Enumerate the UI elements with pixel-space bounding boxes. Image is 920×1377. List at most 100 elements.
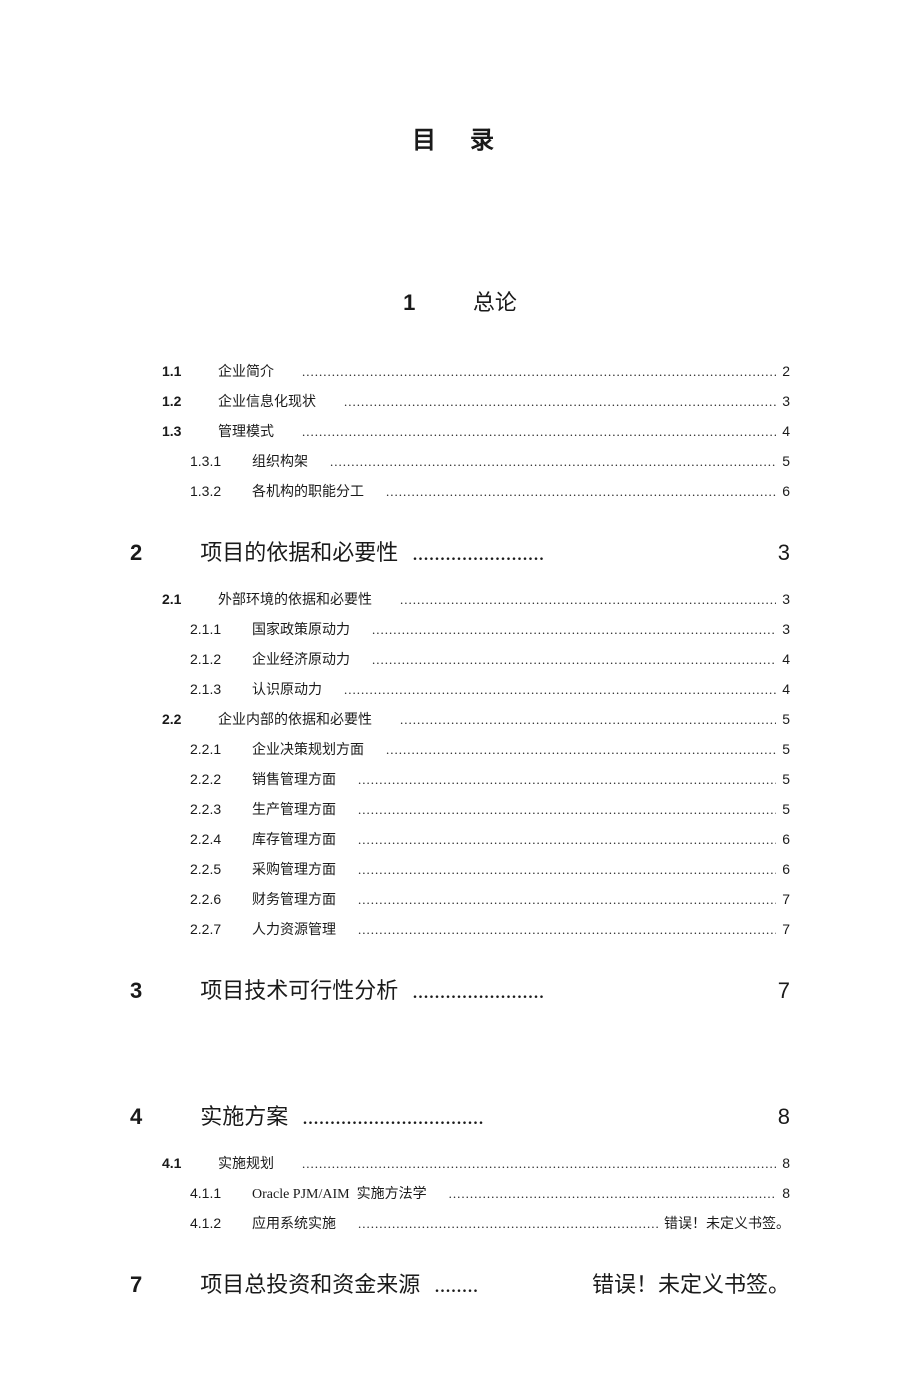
toc-number: 2.2 xyxy=(162,705,194,733)
section-heading: 4 实施方案 .................................… xyxy=(130,1099,790,1131)
toc-label: 生产管理方面 xyxy=(252,797,336,825)
toc-number: 2.1.1 xyxy=(190,615,234,643)
toc-leader: ........................................… xyxy=(358,826,776,854)
toc-page: 6 xyxy=(780,825,790,853)
toc-label: 外部环境的依据和必要性 xyxy=(218,587,372,615)
section-page: 7 xyxy=(778,978,790,1004)
toc-number: 4.1.2 xyxy=(190,1209,234,1237)
toc-label: 人力资源管理 xyxy=(252,917,336,945)
toc-entry: 1.3 管理模式 ...............................… xyxy=(130,417,790,447)
toc-label: 国家政策原动力 xyxy=(252,617,350,645)
toc-leader: ........................................… xyxy=(302,358,776,386)
toc-page: 5 xyxy=(780,735,790,763)
toc-entry: 4.1 实施规划 ...............................… xyxy=(130,1149,790,1179)
section-dots: ................................. xyxy=(302,1104,484,1130)
toc-page: 6 xyxy=(780,477,790,505)
toc-number: 4.1.1 xyxy=(190,1179,234,1207)
toc-number: 1.3 xyxy=(162,417,194,445)
toc-entry: 2.1 外部环境的依据和必要性 ........................… xyxy=(130,585,790,615)
toc-section-2: 2.1 外部环境的依据和必要性 ........................… xyxy=(130,585,790,945)
section-title: 项目的依据和必要性 xyxy=(200,535,398,567)
toc-leader: ........................................… xyxy=(358,1210,660,1238)
toc-page: 3 xyxy=(780,585,790,613)
toc-label: 企业内部的依据和必要性 xyxy=(218,707,372,735)
toc-page: 5 xyxy=(780,765,790,793)
toc-label: 认识原动力 xyxy=(252,677,322,705)
toc-page: 4 xyxy=(780,645,790,673)
toc-label: 应用系统实施 xyxy=(252,1211,336,1239)
toc-leader: ........................................… xyxy=(330,448,776,476)
toc-entry: 4.1.1 Oracle PJM/AIM 实施方法学 .............… xyxy=(130,1179,790,1209)
toc-leader: ........................................… xyxy=(372,646,776,674)
toc-label: 企业信息化现状 xyxy=(218,389,316,417)
toc-entry: 1.1 企业简介 ...............................… xyxy=(130,357,790,387)
section-page: 8 xyxy=(778,1104,790,1130)
toc-number: 1.2 xyxy=(162,387,194,415)
toc-page: 4 xyxy=(780,675,790,703)
section-page: 3 xyxy=(778,540,790,566)
toc-number: 2.2.1 xyxy=(190,735,234,763)
toc-entry: 1.2 企业信息化现状 ............................… xyxy=(130,387,790,417)
toc-page: 2 xyxy=(780,357,790,385)
toc-leader: ........................................… xyxy=(358,856,776,884)
toc-page: 3 xyxy=(780,615,790,643)
toc-number: 2.1.2 xyxy=(190,645,234,673)
toc-label: 组织构架 xyxy=(252,449,308,477)
toc-entry: 2.2.6 财务管理方面 ...........................… xyxy=(130,885,790,915)
toc-leader: ........................................… xyxy=(302,1150,776,1178)
section-title: 项目总投资和资金来源 xyxy=(200,1267,420,1299)
toc-entry: 2.2.3 生产管理方面 ...........................… xyxy=(130,795,790,825)
toc-leader: ........................................… xyxy=(358,796,776,824)
section-heading: 7 项目总投资和资金来源 ........ 错误！未定义书签。 xyxy=(130,1267,790,1299)
section-number: 7 xyxy=(130,1272,142,1298)
toc-label: Oracle PJM/AIM 实施方法学 xyxy=(252,1181,427,1209)
toc-page: 5 xyxy=(780,447,790,475)
toc-entry: 2.2.1 企业决策规划方面 .........................… xyxy=(130,735,790,765)
toc-leader: ........................................… xyxy=(358,916,776,944)
toc-entry: 1.3.1 组织构架 .............................… xyxy=(130,447,790,477)
toc-page: 7 xyxy=(780,885,790,913)
toc-label: 库存管理方面 xyxy=(252,827,336,855)
section-heading: 2 项目的依据和必要性 ........................ 3 xyxy=(130,535,790,567)
toc-number: 2.2.5 xyxy=(190,855,234,883)
toc-section-1: 1.1 企业简介 ...............................… xyxy=(130,357,790,507)
toc-leader: ........................................… xyxy=(358,886,776,914)
toc-page: 4 xyxy=(780,417,790,445)
toc-label: 企业经济原动力 xyxy=(252,647,350,675)
section-dots: ........................ xyxy=(412,540,544,566)
section-title: 实施方案 xyxy=(200,1099,288,1131)
toc-entry: 2.2.2 销售管理方面 ...........................… xyxy=(130,765,790,795)
toc-entry: 1.3.2 各机构的职能分工 .........................… xyxy=(130,477,790,507)
toc-entry: 2.2.4 库存管理方面 ...........................… xyxy=(130,825,790,855)
toc-number: 2.1 xyxy=(162,585,194,613)
section-dots: ........................ xyxy=(412,978,544,1004)
section-heading: 3 项目技术可行性分析 ........................ 7 xyxy=(130,973,790,1005)
toc-label: 管理模式 xyxy=(218,419,274,447)
document-page: 目 录 1 总论 1.1 企业简介 ......................… xyxy=(0,0,920,1377)
section-heading: 1 总论 xyxy=(130,285,790,317)
section-page-error: 错误！未定义书签。 xyxy=(592,1267,790,1299)
toc-label: 各机构的职能分工 xyxy=(252,479,364,507)
section-number: 1 xyxy=(403,290,415,315)
toc-leader: ........................................… xyxy=(386,736,776,764)
section-dots: ........ xyxy=(434,1272,478,1298)
toc-label: 销售管理方面 xyxy=(252,767,336,795)
toc-label: 财务管理方面 xyxy=(252,887,336,915)
toc-number: 2.1.3 xyxy=(190,675,234,703)
toc-leader: ........................................… xyxy=(386,478,776,506)
toc-entry: 2.2.7 人力资源管理 ...........................… xyxy=(130,915,790,945)
page-title: 目 录 xyxy=(130,120,790,155)
toc-entry: 2.1.3 认识原动力 ............................… xyxy=(130,675,790,705)
spacer xyxy=(130,1023,790,1071)
toc-leader: ........................................… xyxy=(302,418,776,446)
toc-number: 2.2.4 xyxy=(190,825,234,853)
section-number: 2 xyxy=(130,540,142,566)
toc-entry: 2.1.2 企业经济原动力 ..........................… xyxy=(130,645,790,675)
toc-page: 8 xyxy=(780,1179,790,1207)
toc-label: 实施规划 xyxy=(218,1151,274,1179)
toc-entry: 2.2 企业内部的依据和必要性 ........................… xyxy=(130,705,790,735)
toc-section-4: 4.1 实施规划 ...............................… xyxy=(130,1149,790,1239)
section-number: 4 xyxy=(130,1104,142,1130)
toc-entry: 4.1.2 应用系统实施 ...........................… xyxy=(130,1209,790,1239)
toc-page: 8 xyxy=(780,1149,790,1177)
